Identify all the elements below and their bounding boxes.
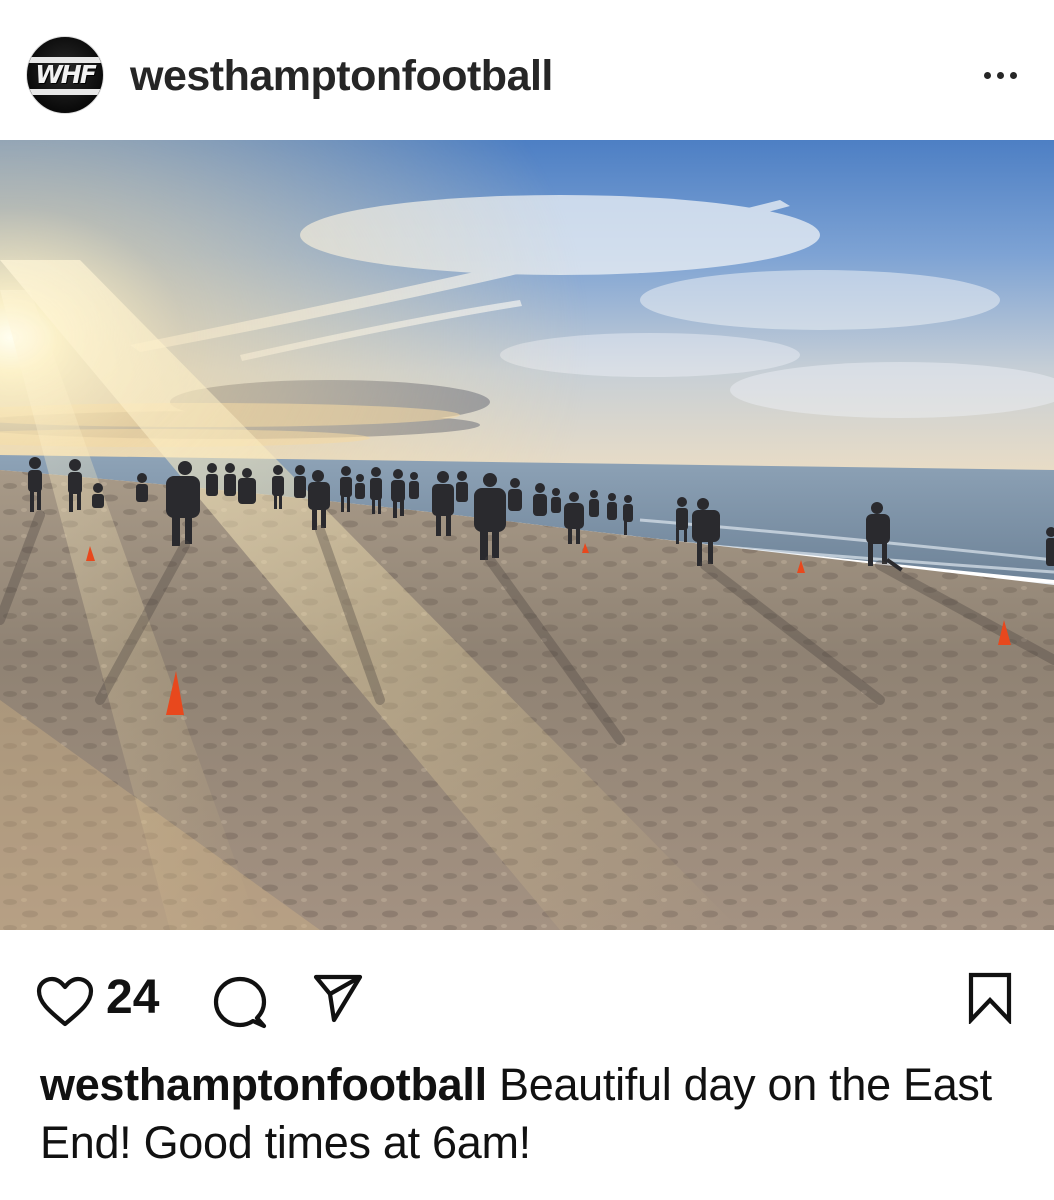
more-options-button[interactable] xyxy=(970,55,1030,95)
ellipsis-dot xyxy=(997,72,1004,79)
beach-sunrise-image xyxy=(0,140,1054,930)
post-username[interactable]: westhamptonfootball xyxy=(130,50,553,102)
comment-bubble-icon[interactable] xyxy=(212,976,268,1032)
heart-icon[interactable] xyxy=(36,976,94,1028)
like-count[interactable]: 24 xyxy=(106,970,159,1026)
avatar[interactable]: WHF xyxy=(26,36,104,114)
post-caption: westhamptonfootball Beautiful day on the… xyxy=(40,1056,1000,1172)
avatar-logo-text: WHF xyxy=(35,60,97,89)
paper-plane-icon[interactable] xyxy=(312,972,364,1024)
bookmark-icon[interactable] xyxy=(967,972,1013,1024)
ellipsis-dot xyxy=(1010,72,1017,79)
caption-username[interactable]: westhamptonfootball xyxy=(40,1059,487,1110)
ellipsis-icon xyxy=(984,72,991,79)
post-photo[interactable] xyxy=(0,140,1054,930)
post-header: WHF westhamptonfootball xyxy=(0,0,1054,140)
